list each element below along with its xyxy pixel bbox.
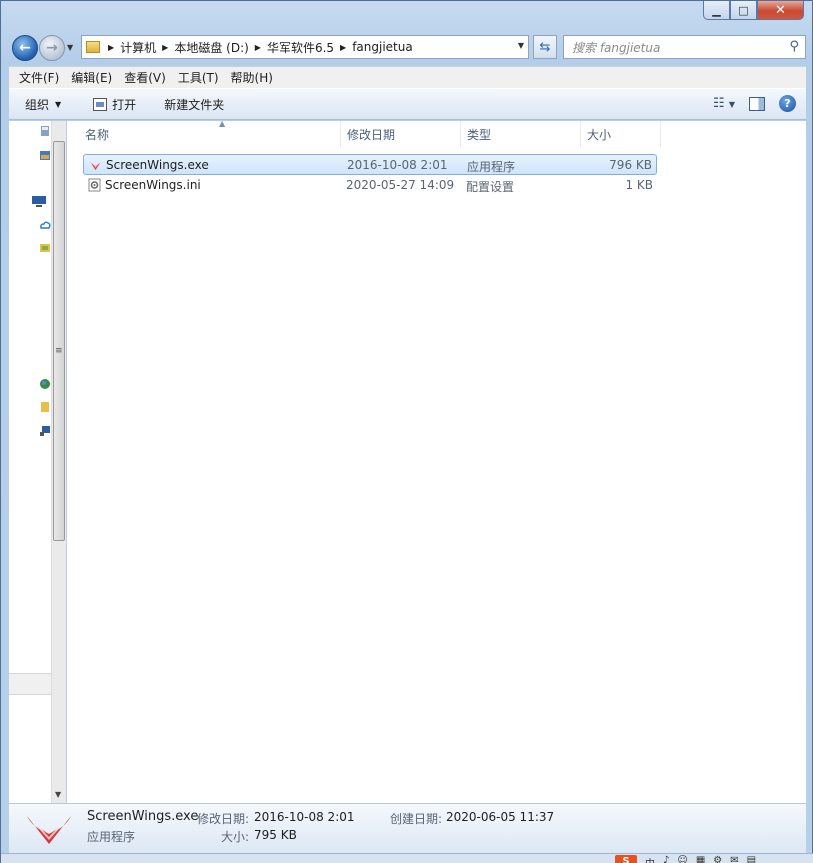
- new-folder-button[interactable]: 新建文件夹: [154, 96, 234, 113]
- menu-tools[interactable]: 工具(T): [172, 69, 225, 86]
- refresh-button[interactable]: ⇆: [533, 35, 557, 59]
- chevron-down-icon: ▼: [728, 100, 735, 109]
- file-name: ScreenWings.exe: [106, 158, 209, 172]
- file-rows: ScreenWings.exe 2016-10-08 2:01 应用程序 796…: [83, 154, 657, 196]
- command-bar: 组织 ▼ 打开 新建文件夹 ☷ ▼ ?: [9, 88, 806, 120]
- refresh-icon: ⇆: [539, 39, 551, 55]
- details-created-value: 2020-06-05 11:37: [446, 810, 555, 824]
- breadcrumb-local-disk-d[interactable]: 本地磁盘 (D:): [174, 39, 248, 56]
- sort-ascending-icon: ▲: [219, 119, 226, 128]
- column-header-type[interactable]: 类型: [461, 121, 581, 147]
- folder-icon: [86, 41, 100, 53]
- scroll-down-icon[interactable]: ▼: [55, 790, 61, 799]
- details-size-label: 大小:: [221, 830, 250, 844]
- device-icon[interactable]: [39, 425, 51, 437]
- open-window-icon: [93, 97, 108, 111]
- chevron-right-icon[interactable]: ▶: [162, 43, 168, 52]
- explorer-window: ▁ □ ✕ ← → ▼ ▶ 计算机 ▶ 本地磁盘 (D:) ▶ 华军软件6.5 …: [0, 0, 813, 863]
- chevron-down-icon: ▼: [55, 99, 62, 109]
- system-tray: S 中 ♪ ☺ ▦ ⚙ ✉ ▤: [615, 855, 756, 863]
- file-size: 796 KB: [609, 158, 652, 172]
- details-modified-label: 修改日期:: [197, 812, 250, 826]
- details-created-label: 创建日期:: [390, 812, 443, 826]
- file-size: 1 KB: [625, 178, 653, 192]
- computer-icon[interactable]: [31, 195, 47, 207]
- ime-language-icon[interactable]: 中: [645, 855, 655, 863]
- maximize-button[interactable]: □: [730, 1, 757, 20]
- grip-icon: ≡: [55, 346, 63, 356]
- chevron-right-icon[interactable]: ▶: [255, 43, 261, 52]
- details-size-value: 795 KB: [254, 828, 297, 842]
- command-bar-right: ☷ ▼ ?: [713, 95, 796, 112]
- sound-icon[interactable]: ♪: [663, 855, 669, 863]
- file-type: 应用程序: [467, 160, 516, 174]
- details-file-kind: 应用程序: [87, 830, 136, 844]
- menu-file[interactable]: 文件(F): [13, 69, 65, 86]
- column-header-modified[interactable]: 修改日期: [341, 121, 461, 147]
- app-wings-icon: [27, 816, 71, 844]
- folder-icon[interactable]: [39, 241, 51, 253]
- address-bar[interactable]: ▶ 计算机 ▶ 本地磁盘 (D:) ▶ 华军软件6.5 ▶ fangjietua…: [81, 35, 529, 59]
- open-button[interactable]: 打开: [83, 96, 146, 113]
- navigation-pane-footer: [9, 673, 51, 695]
- preview-pane-icon[interactable]: [749, 96, 765, 111]
- details-modified-value: 2016-10-08 2:01: [254, 810, 355, 824]
- change-view-button[interactable]: ☷ ▼: [713, 96, 735, 111]
- search-placeholder: 搜索 fangjietua: [572, 40, 661, 55]
- breadcrumb-computer[interactable]: 计算机: [120, 39, 156, 56]
- network-icon[interactable]: [39, 378, 51, 390]
- file-modified: 2020-05-27 14:09: [346, 178, 455, 192]
- help-icon[interactable]: ?: [779, 95, 796, 112]
- ime-sogou-icon[interactable]: S: [615, 855, 637, 863]
- navigation-bar: ← → ▼ ▶ 计算机 ▶ 本地磁盘 (D:) ▶ 华军软件6.5 ▶ fang…: [9, 31, 806, 63]
- file-modified: 2016-10-08 2:01: [347, 158, 448, 172]
- close-button[interactable]: ✕: [757, 1, 804, 20]
- app-wings-icon: [89, 160, 102, 170]
- details-pane: ScreenWings.exe 应用程序 修改日期: 2016-10-08 2:…: [9, 803, 806, 853]
- back-button[interactable]: ←: [12, 35, 38, 61]
- menu-icon[interactable]: ▤: [747, 855, 756, 863]
- recent-pages-dropdown-icon[interactable]: ▼: [67, 43, 73, 52]
- breadcrumb-fangjietua[interactable]: fangjietua: [352, 40, 413, 54]
- menu-view[interactable]: 查看(V): [118, 69, 172, 86]
- menu-edit[interactable]: 编辑(E): [65, 69, 118, 86]
- details-file-name: ScreenWings.exe: [87, 809, 199, 824]
- table-row[interactable]: ScreenWings.ini 2020-05-27 14:09 配置设置 1 …: [83, 175, 657, 196]
- pictures-icon[interactable]: [39, 149, 51, 161]
- emoji-icon[interactable]: ☺: [677, 855, 687, 863]
- address-dropdown-icon[interactable]: ▼: [518, 41, 524, 50]
- title-bar: ▁ □ ✕: [1, 1, 812, 29]
- forward-button[interactable]: →: [39, 35, 65, 61]
- taskbar: S 中 ♪ ☺ ▦ ⚙ ✉ ▤: [1, 853, 813, 863]
- menu-help[interactable]: 帮助(H): [225, 69, 279, 86]
- search-icon[interactable]: ⚲: [789, 39, 799, 54]
- config-file-icon: [88, 178, 101, 192]
- settings-icon[interactable]: ⚙: [713, 855, 722, 863]
- keyboard-icon[interactable]: ▦: [696, 855, 705, 863]
- scrollbar-thumb[interactable]: [53, 141, 65, 541]
- search-input[interactable]: 搜索 fangjietua ⚲: [563, 35, 806, 59]
- navigation-scrollbar[interactable]: ≡ ▼: [51, 121, 66, 803]
- mail-icon[interactable]: ✉: [730, 855, 738, 863]
- column-header-size[interactable]: 大小: [581, 121, 661, 147]
- window-controls: ▁ □ ✕: [703, 1, 804, 20]
- organize-label: 组织: [25, 97, 50, 112]
- new-folder-label: 新建文件夹: [164, 97, 225, 112]
- chevron-right-icon[interactable]: ▶: [340, 43, 346, 52]
- chevron-right-icon[interactable]: ▶: [108, 43, 114, 52]
- open-label: 打开: [112, 97, 137, 112]
- cloud-icon[interactable]: [39, 219, 51, 231]
- file-name: ScreenWings.ini: [105, 178, 201, 192]
- minimize-button[interactable]: ▁: [703, 1, 730, 20]
- table-row[interactable]: ScreenWings.exe 2016-10-08 2:01 应用程序 796…: [83, 154, 657, 175]
- breadcrumb-huajun-software[interactable]: 华军软件6.5: [267, 39, 334, 56]
- file-list: ▲ 名称 修改日期 类型 大小 ScreenWings.exe 2016-10-…: [67, 119, 806, 803]
- column-headers: ▲ 名称 修改日期 类型 大小: [79, 119, 661, 147]
- column-header-name[interactable]: 名称: [79, 121, 341, 147]
- organize-button[interactable]: 组织 ▼: [9, 96, 71, 113]
- menu-bar: 文件(F) 编辑(E) 查看(V) 工具(T) 帮助(H): [9, 66, 806, 88]
- file-type: 配置设置: [466, 180, 515, 194]
- library-icon[interactable]: [39, 125, 51, 137]
- folder-icon[interactable]: [39, 401, 51, 413]
